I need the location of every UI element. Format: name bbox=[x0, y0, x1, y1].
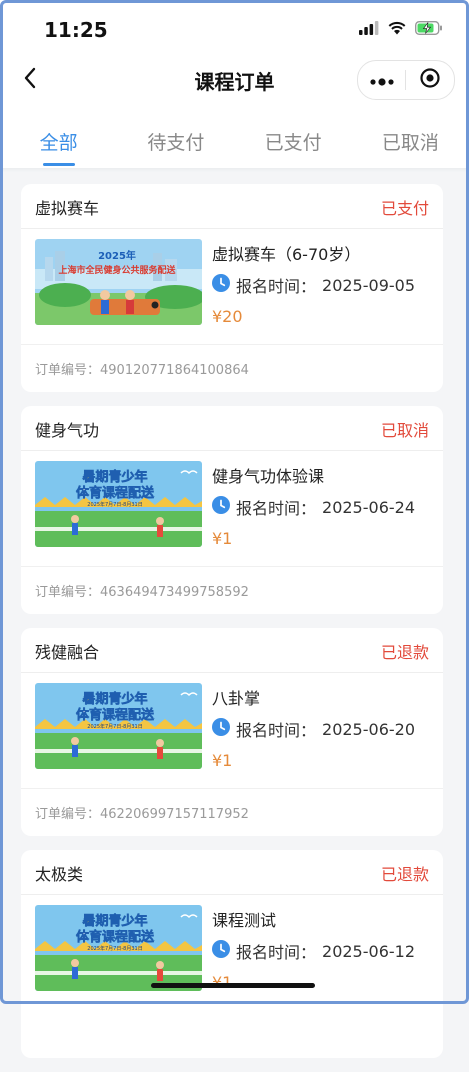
order-category: 虚拟赛车 bbox=[35, 199, 100, 218]
tab-cancelled[interactable]: 已取消 bbox=[352, 102, 469, 168]
banner-date: 2025年7月7日-8月31日 bbox=[87, 501, 142, 508]
tab-label: 已支付 bbox=[264, 132, 322, 154]
order-card-body: 暑期青少年 体育课程配送 2025年7月7日-8月31日 八卦掌 报名时间： 20… bbox=[35, 683, 435, 770]
order-price: ¥20 bbox=[212, 307, 243, 326]
clock-icon bbox=[212, 496, 230, 518]
order-category: 太极类 bbox=[35, 865, 84, 884]
course-name: 虚拟赛车（6-70岁） bbox=[212, 245, 361, 264]
banner-title: 暑期青少年 bbox=[81, 913, 147, 929]
registration-label: 报名时间： bbox=[236, 277, 317, 296]
status-icons bbox=[359, 20, 443, 39]
order-card[interactable]: 健身气功 已取消 暑期青少年 体育课程配送 2025年7月7日-8月31日 健身… bbox=[21, 406, 443, 614]
order-status: 已退款 bbox=[380, 865, 429, 884]
course-thumbnail: 2025年 上海市全民健身公共服务配送 bbox=[35, 239, 202, 325]
order-status: 已取消 bbox=[380, 421, 429, 440]
banner-date: 2025年7月7日-8月31日 bbox=[87, 945, 142, 952]
order-card-body: 2025年 上海市全民健身公共服务配送 虚拟赛车（6-70岁） 报名时间： 202… bbox=[35, 239, 435, 326]
registration-time-row: 报名时间： 2025-06-12 bbox=[212, 939, 415, 963]
tab-all[interactable]: 全部 bbox=[0, 102, 117, 168]
banner-subtitle: 上海市全民健身公共服务配送 bbox=[58, 264, 176, 276]
course-name: 健身气功体验课 bbox=[212, 467, 325, 486]
order-number-label: 订单编号： bbox=[35, 585, 101, 600]
close-miniprogram-button[interactable] bbox=[406, 61, 453, 99]
banner-title: 2025年 bbox=[98, 249, 136, 262]
course-thumbnail: 暑期青少年 体育课程配送 2025年7月7日-8月31日 bbox=[35, 683, 202, 769]
registration-time-row: 报名时间： 2025-06-24 bbox=[212, 495, 415, 519]
tab-label: 全部 bbox=[39, 132, 78, 154]
signal-icon bbox=[359, 20, 379, 39]
status-time: 11:25 bbox=[44, 18, 108, 42]
registration-label: 报名时间： bbox=[236, 499, 317, 518]
registration-date: 2025-06-12 bbox=[322, 941, 415, 961]
registration-time-row: 报名时间： 2025-09-05 bbox=[212, 273, 415, 297]
tab-paid[interactable]: 已支付 bbox=[235, 102, 352, 168]
target-circle-icon bbox=[419, 67, 441, 93]
order-number-value: 463649473499758592 bbox=[100, 585, 249, 600]
order-card[interactable]: 残健融合 已退款 暑期青少年 体育课程配送 2025年7月7日-8月31日 八卦… bbox=[21, 628, 443, 836]
tab-label: 已取消 bbox=[381, 132, 439, 154]
order-card-header: 虚拟赛车 已支付 bbox=[21, 184, 443, 229]
nav-bar: 课程订单 bbox=[0, 58, 469, 102]
course-name: 八卦掌 bbox=[212, 689, 261, 708]
order-number-value: 462206997157117952 bbox=[100, 807, 249, 822]
registration-time-row: 报名时间： 2025-06-20 bbox=[212, 717, 415, 741]
clock-icon bbox=[212, 718, 230, 740]
order-card-body: 暑期青少年 体育课程配送 2025年7月7日-8月31日 健身气功体验课 报名时… bbox=[35, 461, 435, 548]
order-card-header: 太极类 已退款 bbox=[21, 850, 443, 895]
course-name: 课程测试 bbox=[212, 911, 277, 930]
more-dots-icon bbox=[369, 71, 394, 90]
order-number: 订单编号：462206997157117952 bbox=[35, 803, 249, 822]
order-status: 已支付 bbox=[380, 199, 429, 218]
order-price: ¥1 bbox=[212, 751, 233, 770]
miniprogram-capsule bbox=[357, 60, 455, 100]
order-price: ¥1 bbox=[212, 529, 233, 548]
battery-charging-icon bbox=[414, 20, 443, 39]
order-list: 虚拟赛车 已支付 2025年 上海市全民健身公共服务配送 虚拟赛车（6-70岁）… bbox=[21, 184, 443, 1072]
wifi-icon bbox=[388, 20, 406, 39]
clock-icon bbox=[212, 940, 230, 962]
registration-label: 报名时间： bbox=[236, 721, 317, 740]
registration-date: 2025-09-05 bbox=[322, 275, 415, 295]
order-category: 健身气功 bbox=[35, 421, 100, 440]
more-button[interactable] bbox=[358, 61, 405, 99]
order-number-row: 订单编号：462206997157117952 bbox=[21, 788, 443, 836]
registration-label: 报名时间： bbox=[236, 943, 317, 962]
order-number: 订单编号：463649473499758592 bbox=[35, 581, 249, 600]
clock-icon bbox=[212, 274, 230, 296]
order-card-header: 健身气功 已取消 bbox=[21, 406, 443, 451]
tab-label: 待支付 bbox=[147, 132, 205, 154]
tab-pending-payment[interactable]: 待支付 bbox=[117, 102, 234, 168]
banner-date: 2025年7月7日-8月31日 bbox=[87, 723, 142, 730]
order-number-label: 订单编号： bbox=[35, 363, 101, 378]
tab-active-indicator bbox=[42, 163, 75, 166]
banner-title: 暑期青少年 bbox=[81, 469, 147, 485]
status-bar: 11:25 bbox=[0, 0, 469, 58]
order-tabs: 全部 待支付 已支付 已取消 bbox=[0, 102, 469, 168]
order-number-value: 490120771864100864 bbox=[100, 363, 249, 378]
course-thumbnail: 暑期青少年 体育课程配送 2025年7月7日-8月31日 bbox=[35, 905, 202, 991]
order-card-body: 暑期青少年 体育课程配送 2025年7月7日-8月31日 课程测试 报名时间： 2… bbox=[35, 905, 435, 992]
order-card[interactable]: 虚拟赛车 已支付 2025年 上海市全民健身公共服务配送 虚拟赛车（6-70岁）… bbox=[21, 184, 443, 392]
registration-date: 2025-06-20 bbox=[322, 719, 415, 739]
order-card[interactable]: 太极类 已退款 暑期青少年 体育课程配送 2025年7月7日-8月31日 课程测… bbox=[21, 850, 443, 1058]
order-number: 订单编号：490120771864100864 bbox=[35, 359, 249, 378]
order-category: 残健融合 bbox=[35, 643, 100, 662]
order-status: 已退款 bbox=[380, 643, 429, 662]
order-card-header: 残健融合 已退款 bbox=[21, 628, 443, 673]
course-thumbnail: 暑期青少年 体育课程配送 2025年7月7日-8月31日 bbox=[35, 461, 202, 547]
registration-date: 2025-06-24 bbox=[322, 497, 415, 517]
home-indicator[interactable] bbox=[151, 983, 315, 988]
order-number-row: 订单编号：463649473499758592 bbox=[21, 566, 443, 614]
banner-subtitle: 体育课程配送 bbox=[76, 485, 155, 501]
order-number-row: 订单编号：490120771864100864 bbox=[21, 344, 443, 392]
order-number-label: 订单编号： bbox=[35, 807, 101, 822]
banner-subtitle: 体育课程配送 bbox=[76, 707, 155, 723]
banner-subtitle: 体育课程配送 bbox=[76, 929, 155, 945]
banner-title: 暑期青少年 bbox=[81, 691, 147, 707]
